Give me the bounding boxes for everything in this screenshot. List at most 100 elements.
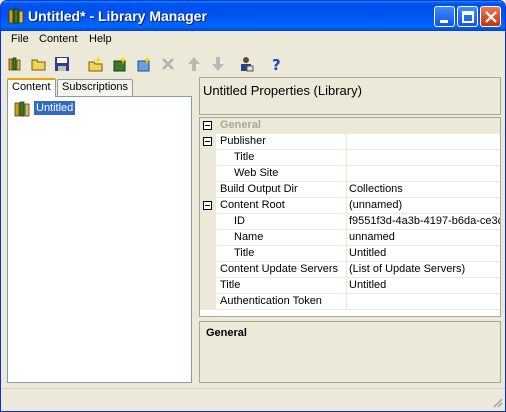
row-gutter [200,214,216,230]
property-name: General [220,119,261,131]
property-name: ID [234,215,245,227]
move-up-button[interactable] [183,53,205,75]
grid-property-row[interactable]: Publisher [200,134,500,150]
grid-property-row[interactable]: Name unnamed [200,230,500,246]
maximize-icon [462,11,474,23]
property-grid[interactable]: General Publisher Title Web Site Build Outpu… [199,117,501,317]
property-value[interactable]: unnamed [346,230,500,246]
properties-title: Untitled Properties (Library) [203,83,362,98]
grid-category-row[interactable]: General [200,118,500,134]
title-bar[interactable]: Untitled* - Library Manager [1,1,505,31]
tab-subscriptions[interactable]: Subscriptions [57,79,134,96]
property-name: Web Site [234,167,279,179]
maximize-button[interactable] [457,6,478,27]
row-gutter [200,294,216,310]
property-value[interactable]: Untitled [346,246,500,262]
property-name: Publisher [220,135,266,147]
grid-property-row[interactable]: Title [200,150,500,166]
open-library-icon [8,57,21,71]
row-gutter [200,198,216,214]
property-name: Title [234,247,255,259]
property-value[interactable]: Collections [346,182,500,198]
collapse-toggle-icon[interactable] [203,201,212,210]
menu-content[interactable]: Content [39,33,78,45]
grid-property-row[interactable]: Content Root (unnamed) [200,198,500,214]
property-name: Title [234,151,255,163]
save-icon [55,57,69,71]
properties-header: Untitled Properties (Library) [199,77,501,115]
close-button[interactable] [480,6,501,27]
new-item-icon [113,56,127,72]
close-icon [485,11,497,23]
property-value[interactable]: (List of Update Servers) [346,262,500,278]
move-up-icon [188,57,200,71]
help-icon: ? [272,56,281,72]
new-content-icon [88,56,103,72]
delete-button[interactable] [157,53,179,75]
property-value[interactable] [346,166,500,182]
property-value[interactable]: f9551f3d-4a3b-4197-b6da-ce3c [346,214,500,230]
grid-property-row[interactable]: Title Untitled [200,246,500,262]
row-gutter [200,118,216,134]
tab-content[interactable]: Content [7,78,56,97]
window-title: Untitled* - Library Manager [28,8,207,24]
save-button[interactable] [51,53,73,75]
property-name: Content Root [220,199,285,211]
property-value[interactable]: Untitled [346,278,500,294]
menu-file[interactable]: File [11,33,29,45]
property-name: Name [234,231,264,243]
property-value[interactable] [346,294,500,310]
new-update-server-icon [137,56,151,72]
new-update-server-button[interactable] [133,53,155,75]
toolbar: ? [1,51,505,75]
move-down-icon [212,57,224,71]
delete-icon [162,58,174,70]
menu-bar: File Content Help [1,31,505,49]
property-value[interactable] [346,134,500,150]
svg-text:?: ? [272,56,281,72]
description-pane: General [199,321,501,383]
property-name: Authentication Token [220,295,322,307]
user-settings-icon [241,57,254,72]
property-name: Title [220,279,241,291]
collapse-toggle-icon[interactable] [203,137,212,146]
open-folder-icon [31,59,46,71]
property-value[interactable] [346,150,500,166]
row-gutter [200,134,216,150]
move-down-button[interactable] [207,53,229,75]
help-button[interactable]: ? [265,53,287,75]
description-title: General [206,327,247,339]
new-content-button[interactable] [85,53,107,75]
grid-property-row[interactable]: Content Update Servers (List of Update Se… [200,262,500,278]
minimize-button[interactable] [434,6,455,27]
user-settings-button[interactable] [235,53,257,75]
menu-help[interactable]: Help [89,33,112,45]
grid-property-row[interactable]: Authentication Token [200,294,500,310]
row-gutter [200,262,216,278]
open-library-button[interactable] [5,53,27,75]
grid-property-row[interactable]: Build Output Dir Collections [200,182,500,198]
resize-grip-icon[interactable] [491,396,503,408]
property-name: Build Output Dir [220,183,298,195]
row-gutter [200,278,216,294]
collapse-toggle-icon[interactable] [203,121,212,130]
row-gutter [200,150,216,166]
property-name: Content Update Servers [220,263,339,275]
grid-property-row[interactable]: ID f9551f3d-4a3b-4197-b6da-ce3c [200,214,500,230]
content-tree[interactable]: Untitled [7,96,192,383]
app-window: Untitled* - Library Manager File Content… [0,0,506,412]
grid-property-row[interactable]: Web Site [200,166,500,182]
status-bar [1,388,505,410]
left-tabs: Content Subscriptions [5,78,195,97]
open-button[interactable] [28,53,50,75]
library-app-icon [8,8,24,24]
row-gutter [200,230,216,246]
library-icon [14,101,30,117]
row-gutter [200,166,216,182]
new-item-button[interactable] [109,53,131,75]
grid-property-row[interactable]: Title Untitled [200,278,500,294]
tree-node-label: Untitled [34,101,76,115]
row-gutter [200,182,216,198]
minimize-icon [440,20,448,23]
property-value[interactable]: (unnamed) [346,198,500,214]
